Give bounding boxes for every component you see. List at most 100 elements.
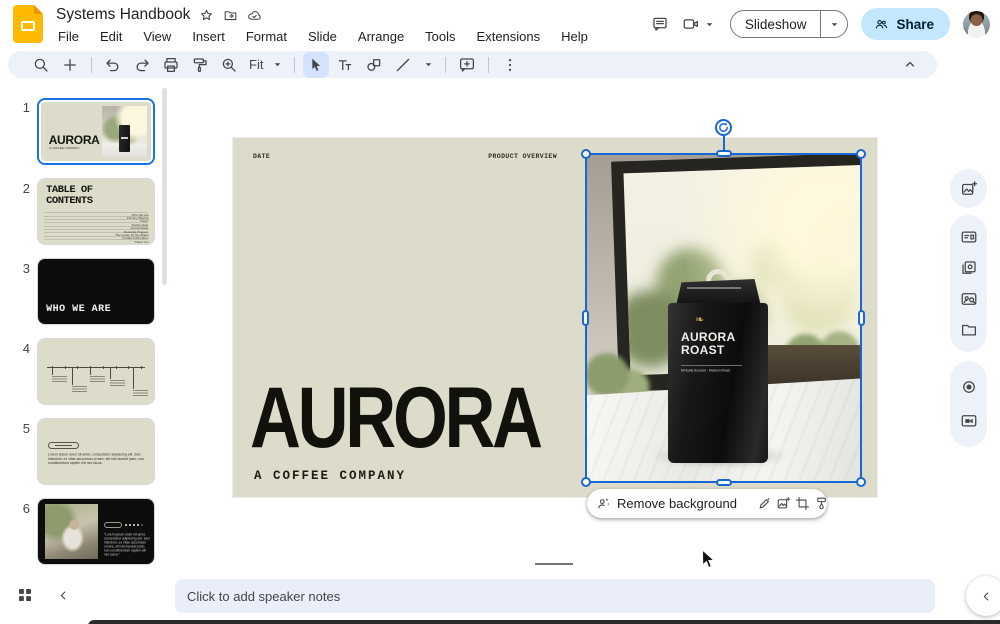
collapse-filmstrip-chevron-icon[interactable] [56, 588, 71, 603]
canvas-horizontal-scrollbar[interactable] [535, 563, 573, 565]
slide-title[interactable]: AURORA [250, 378, 540, 458]
menu-format[interactable]: Format [244, 28, 289, 45]
slide-number-1: 1 [12, 100, 30, 115]
textbox-icon[interactable] [332, 52, 358, 78]
menu-slide[interactable]: Slide [306, 28, 339, 45]
zoom-dropdown-caret[interactable] [268, 57, 286, 72]
line-dropdown-caret[interactable] [419, 57, 437, 72]
slides-logo-icon[interactable] [13, 5, 43, 43]
slideshow-button[interactable]: Slideshow [731, 10, 822, 38]
thumb5-body: Lorem ipsum dolor sit amet, consectetur … [48, 453, 151, 466]
slide-thumbnail-2[interactable]: TABLE OFCONTENTS Who We Are Primary Offe… [37, 178, 155, 245]
menu-tools[interactable]: Tools [423, 28, 457, 45]
slideshow-split-button: Slideshow [730, 10, 849, 38]
share-button-label: Share [896, 17, 934, 32]
menu-help[interactable]: Help [559, 28, 590, 45]
more-options-kebab-icon[interactable] [497, 52, 523, 78]
grid-view-icon[interactable] [16, 586, 34, 604]
join-call-button[interactable] [682, 15, 717, 33]
coffee-bag: ❧ AURORAROAST Ethically Sourced · Medium… [668, 279, 768, 463]
menu-file[interactable]: File [56, 28, 81, 45]
rotate-handle-stem [723, 136, 725, 152]
remove-background-label[interactable]: Remove background [615, 496, 743, 511]
slide-canvas[interactable]: DATE PRODUCT OVERVIEW AURORA A COFFEE CO… [233, 138, 877, 497]
star-icon[interactable] [199, 8, 214, 23]
logo-page-shape [21, 21, 35, 31]
menu-insert[interactable]: Insert [190, 28, 227, 45]
collapse-toolbar-chevron-icon[interactable] [901, 55, 919, 73]
menu-arrange[interactable]: Arrange [356, 28, 406, 45]
thumb2-toc-rows: Who We Are Primary Offering Vision Testi… [44, 212, 148, 239]
rail-group-middle [950, 215, 987, 352]
document-title[interactable]: Systems Handbook [56, 6, 190, 24]
folder-icon[interactable] [960, 321, 978, 339]
collapse-panel-button[interactable] [966, 576, 1000, 616]
select-tool-icon[interactable] [303, 52, 329, 78]
zoom-level-select[interactable]: Fit [245, 57, 265, 72]
print-icon[interactable] [158, 52, 184, 78]
thumb6-photo [45, 504, 98, 560]
bag-title-line2: ROAST [681, 343, 725, 357]
recolor-image-icon[interactable] [814, 492, 829, 516]
toolbar-separator [294, 57, 295, 73]
slide-subtitle[interactable]: A COFFEE COMPANY [254, 469, 406, 483]
menu-view[interactable]: View [141, 28, 173, 45]
slide-number-2: 2 [12, 181, 30, 196]
thumb6-stars [125, 524, 143, 526]
slide-thumbnail-4[interactable] [37, 338, 155, 405]
slideshow-dropdown[interactable] [821, 17, 847, 32]
insert-image-icon[interactable] [960, 180, 978, 198]
undo-icon[interactable] [100, 52, 126, 78]
list-card-icon[interactable] [960, 228, 978, 246]
coffee-bag-image[interactable]: ❧ AURORAROAST Ethically Sourced · Medium… [585, 153, 862, 483]
account-avatar[interactable] [963, 11, 990, 38]
replace-image-icon[interactable] [776, 492, 791, 516]
slide-number-3: 3 [12, 261, 30, 276]
zoom-in-icon[interactable] [216, 52, 242, 78]
thumb1-title: AURORA [49, 133, 100, 147]
redo-icon[interactable] [129, 52, 155, 78]
toolbar-separator [91, 57, 92, 73]
menu-extensions[interactable]: Extensions [475, 28, 543, 45]
image-person-search-icon[interactable] [960, 290, 978, 308]
image-context-toolbar: Remove background [587, 489, 827, 518]
cloud-status-icon[interactable] [247, 8, 262, 23]
background-window-edge [88, 620, 1000, 624]
share-button[interactable]: Share [861, 8, 950, 40]
thumb1-subtitle: A COFFEE COMPANY [49, 147, 80, 151]
rail-group-bottom [950, 361, 987, 447]
shapes-icon[interactable] [361, 52, 387, 78]
record-icon[interactable] [960, 378, 978, 396]
toolbar-separator [445, 57, 446, 73]
photo-stack-icon[interactable] [960, 259, 978, 277]
camera-frame-icon[interactable] [960, 412, 978, 430]
thumb2-title-2: CONTENTS [46, 195, 92, 207]
rotate-handle[interactable] [715, 119, 732, 136]
thumb6-pill [104, 522, 121, 528]
slide-thumbnail-3[interactable]: WHO WE ARE [37, 258, 155, 325]
paint-format-icon[interactable] [187, 52, 213, 78]
move-folder-icon[interactable] [223, 8, 238, 23]
slide-thumbnail-1[interactable]: AURORA A COFFEE COMPANY [37, 98, 155, 165]
insert-comment-icon[interactable] [454, 52, 480, 78]
crop-image-icon[interactable] [795, 492, 810, 516]
speaker-notes-input[interactable]: Click to add speaker notes [175, 579, 935, 613]
menu-edit[interactable]: Edit [98, 28, 124, 45]
new-slide-plus-icon[interactable] [57, 52, 83, 78]
thumb4-timeline [38, 339, 154, 404]
edit-image-ai-icon[interactable] [757, 492, 772, 516]
logo-fold [34, 5, 43, 14]
comment-history-icon[interactable] [651, 15, 669, 33]
slide-thumbnail-6[interactable]: "Lorem ipsum dolor sit amet, consectetur… [37, 498, 155, 565]
search-menus-icon[interactable] [28, 52, 54, 78]
slide-overview-label[interactable]: PRODUCT OVERVIEW [233, 153, 557, 160]
thumb5-pill [48, 442, 78, 449]
filmstrip-scrollbar[interactable] [162, 88, 167, 285]
slide-thumbnail-5[interactable]: Lorem ipsum dolor sit amet, consectetur … [37, 418, 155, 485]
header-actions: Slideshow Share [651, 0, 990, 48]
remove-background-icon[interactable] [596, 492, 611, 516]
mouse-cursor [701, 549, 716, 570]
line-tool-icon[interactable] [390, 52, 416, 78]
thumb3-title: WHO WE ARE [46, 304, 111, 315]
bag-tagline: Ethically Sourced · Medium Roast [681, 369, 761, 373]
